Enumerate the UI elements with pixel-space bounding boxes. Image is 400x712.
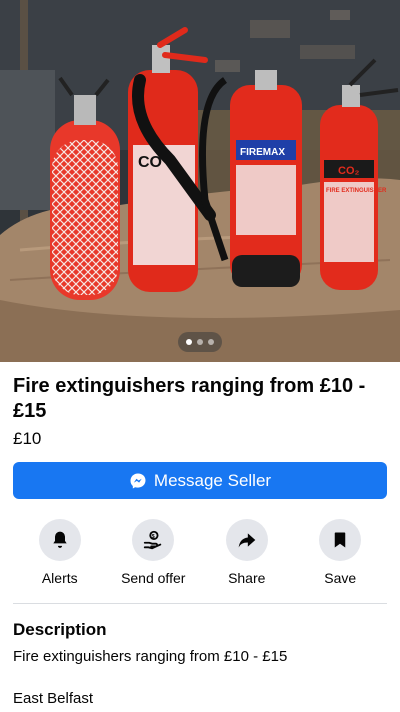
save-label: Save [324,570,357,586]
share-button[interactable]: Share [200,519,294,589]
messenger-icon [129,472,147,490]
description-heading: Description [13,620,107,639]
location-text: East Belfast [13,690,94,707]
share-label: Share [228,570,266,586]
share-icon [225,519,268,561]
send-offer-button[interactable]: $ Send offer [107,519,201,589]
action-bar: Alerts $ Send offer Share Save [13,519,387,589]
svg-text:$: $ [152,534,155,540]
foam-brand-label: FIREMAX [240,147,285,158]
description-text: Fire extinguishers ranging from £10 - £1… [13,648,288,665]
section-divider [13,603,387,604]
listing-title: Fire extinguishers ranging from £10 - £1… [13,375,366,422]
offer-icon: $ [132,519,175,561]
carousel-dot [186,339,192,345]
co2-label: CO [138,154,162,171]
bell-icon [38,519,81,561]
alerts-label: Alerts [41,570,78,586]
alerts-button[interactable]: Alerts [13,519,107,589]
send-offer-label: Send offer [121,570,186,586]
message-seller-button[interactable]: Message Seller [13,462,387,499]
co2-small-label: CO₂ [338,165,360,177]
save-button[interactable]: Save [294,519,388,589]
bookmark-icon [319,519,362,561]
carousel-dot [197,339,203,345]
listing-price: £10 [13,429,42,448]
carousel-indicator[interactable] [178,332,222,352]
carousel-dot [208,339,214,345]
fire-extinguishers-image: CO FIREMAX CO₂ FIRE EXTINGUISHER [0,0,400,362]
listing-photo[interactable]: CO FIREMAX CO₂ FIRE EXTINGUISHER [0,0,400,362]
message-seller-label: Message Seller [153,470,272,490]
fire-ext-label: FIRE EXTINGUISHER [326,188,387,194]
